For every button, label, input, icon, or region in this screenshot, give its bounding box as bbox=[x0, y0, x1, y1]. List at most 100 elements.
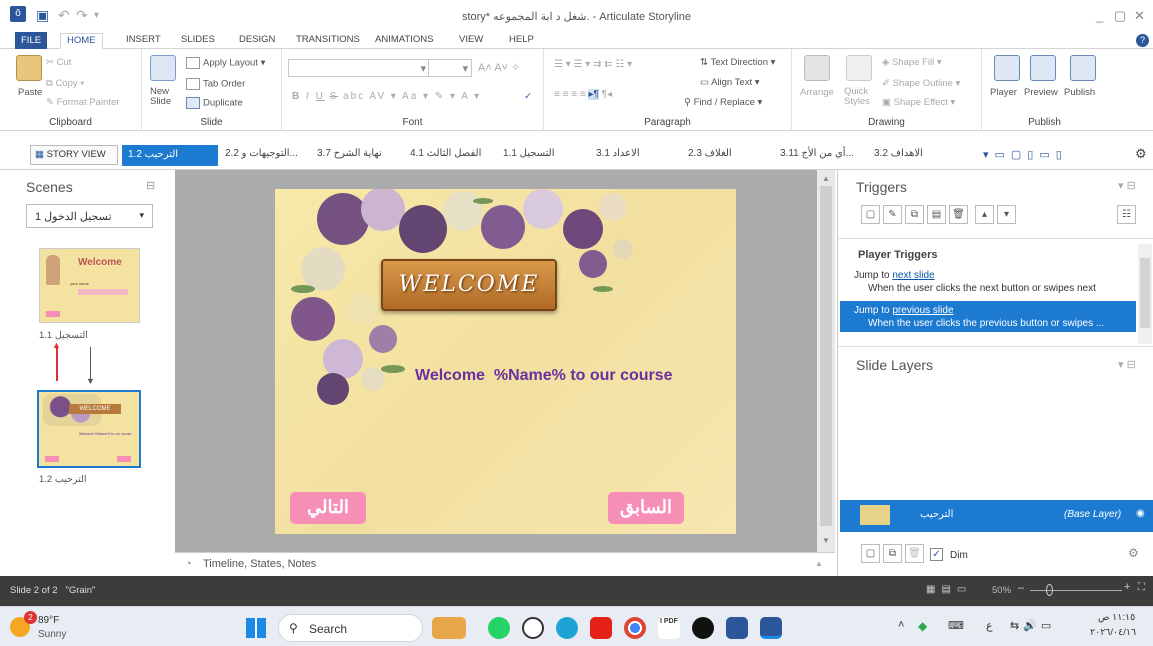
scene-select[interactable]: تسجيل الدخول 1 ▾ bbox=[26, 204, 153, 228]
tab-slide-3-7[interactable]: نهاية الشرح 3.7 bbox=[317, 148, 382, 159]
edit-trigger-icon[interactable]: ✎ bbox=[883, 205, 902, 224]
tab-slide-1-1[interactable]: التسجيل 1.1 bbox=[503, 148, 555, 159]
eye-icon[interactable]: ◉ bbox=[1136, 508, 1145, 519]
layers-menu-icon[interactable]: ▾ ⊟ bbox=[1118, 358, 1136, 371]
help-icon[interactable]: ? bbox=[1136, 34, 1149, 47]
zoom-in-icon[interactable]: + bbox=[1124, 581, 1130, 593]
scroll-up-icon[interactable]: ▲ bbox=[822, 174, 830, 183]
tab-slides[interactable]: SLIDES bbox=[175, 33, 221, 49]
shape-outline-button[interactable]: ✐ Shape Outline ▾ bbox=[882, 78, 960, 89]
tray-chevron-icon[interactable]: ˄ bbox=[898, 619, 904, 631]
start-icon[interactable] bbox=[246, 618, 266, 638]
tab-file[interactable]: FILE bbox=[15, 32, 48, 49]
tab-view[interactable]: VIEW bbox=[453, 33, 489, 49]
slide-canvas[interactable]: WELCOME Welcome %Name% to our course الت… bbox=[175, 170, 817, 552]
slide-thumbnail-1-2[interactable]: WELCOME Welcome %Name% to our course bbox=[37, 390, 141, 468]
close-icon[interactable]: ✕ bbox=[1134, 8, 1145, 24]
player-button[interactable]: Player bbox=[990, 87, 1017, 98]
previous-slide-link[interactable]: previous slide bbox=[892, 305, 953, 316]
device-preview-icons[interactable]: ▾▭▢▯▭▯ bbox=[983, 148, 1068, 161]
slide-stage[interactable]: WELCOME Welcome %Name% to our course الت… bbox=[275, 189, 736, 534]
arrange-button[interactable]: Arrange bbox=[800, 87, 834, 98]
trigger-next[interactable]: Jump to next slide When the user clicks … bbox=[854, 269, 1138, 297]
list-buttons[interactable]: ☰ ▾ ☰ ▾ ⇉ ⇇ ☷ ▾ bbox=[554, 59, 632, 70]
next-button[interactable]: التالي bbox=[290, 492, 366, 524]
tab-order-button[interactable]: Tab Order bbox=[186, 78, 245, 90]
publish-icon[interactable] bbox=[1070, 55, 1096, 81]
move-up-icon[interactable]: ▴ bbox=[975, 205, 994, 224]
copy-button[interactable]: ⧉ Copy ▾ bbox=[46, 78, 84, 89]
preview-icon[interactable] bbox=[1030, 55, 1056, 81]
tab-slide-3-2[interactable]: الاهداف 3.2 bbox=[874, 148, 923, 159]
base-layer-row[interactable]: الترحيب (Base Layer) ◉ bbox=[840, 500, 1153, 532]
find-replace-button[interactable]: ⚲ Find / Replace ▾ bbox=[684, 97, 762, 108]
duplicate-button[interactable]: Duplicate bbox=[186, 97, 243, 109]
format-painter-button[interactable]: ✎ Format Painter bbox=[46, 97, 119, 108]
network-sound-battery-icons[interactable]: ⇆🔊▭ bbox=[1010, 619, 1055, 632]
next-slide-link[interactable]: next slide bbox=[892, 270, 934, 281]
language-indicator[interactable]: ع bbox=[986, 619, 993, 632]
close-tab-icon[interactable]: × bbox=[209, 142, 214, 152]
trigger-previous[interactable]: Jump to previous slide When the user cli… bbox=[840, 301, 1136, 332]
quick-styles-icon[interactable] bbox=[846, 55, 872, 81]
slide-thumbnail-1-1[interactable]: Welcome your name bbox=[39, 248, 140, 323]
timeline-bar[interactable]: ◔ Timeline, States, Notes ▲ bbox=[175, 552, 835, 576]
clock-date[interactable]: ٢٠٢٦/٠٤/١٦ bbox=[1090, 627, 1136, 638]
tab-insert[interactable]: INSERT bbox=[120, 33, 167, 49]
storyline-taskbar-icon[interactable] bbox=[760, 617, 782, 639]
edge-icon[interactable] bbox=[556, 617, 578, 639]
font-format-buttons[interactable]: B I U S abc AV ▾ Aa ▾ ✎ ▾ A ▾ bbox=[292, 91, 481, 102]
tab-slide-4-1[interactable]: الفصل الثالث 4.1 bbox=[410, 148, 481, 159]
apply-layout-button[interactable]: Apply Layout ▾ bbox=[186, 57, 265, 69]
tab-design[interactable]: DESIGN bbox=[233, 33, 281, 49]
paste-trigger-icon[interactable]: ▤ bbox=[927, 205, 946, 224]
tab-help[interactable]: HELP bbox=[503, 33, 540, 49]
dim-checkbox[interactable]: ✓ bbox=[930, 548, 943, 561]
cut-button[interactable]: ✂ Cut bbox=[46, 57, 71, 68]
tab-slide-1-2[interactable]: الترحيب 1.2 bbox=[122, 145, 218, 166]
word-icon[interactable] bbox=[726, 617, 748, 639]
align-text-button[interactable]: ▭ Align Text ▾ bbox=[700, 77, 760, 88]
timeline-expand-icon[interactable]: ▲ bbox=[815, 559, 823, 568]
panel-menu-icon[interactable]: ⊟ bbox=[146, 179, 155, 192]
font-size-select[interactable]: ▾ bbox=[428, 59, 472, 77]
paste-button[interactable]: Paste bbox=[18, 87, 42, 98]
preview-button[interactable]: Preview bbox=[1024, 87, 1058, 98]
zoom-out-icon[interactable]: – bbox=[1018, 582, 1024, 594]
new-slide-button[interactable]: New Slide bbox=[150, 87, 184, 107]
gear-icon[interactable]: ⚙ bbox=[1135, 146, 1147, 162]
new-layer-icon[interactable]: ▢ bbox=[861, 544, 880, 563]
tab-slide-3-11[interactable]: أي من الأج 3.11... bbox=[780, 148, 854, 159]
quick-styles-button[interactable]: Quick Styles bbox=[844, 87, 878, 107]
delete-layer-icon[interactable]: 🗑 bbox=[905, 544, 924, 563]
tab-transitions[interactable]: TRANSITIONS bbox=[290, 33, 366, 49]
align-buttons[interactable]: ≡ ≡ ≡ ≡ ▸¶ ¶◂ bbox=[554, 89, 612, 100]
arrange-icon[interactable] bbox=[804, 55, 830, 81]
new-trigger-icon[interactable]: ▢ bbox=[861, 205, 880, 224]
move-down-icon[interactable]: ▾ bbox=[997, 205, 1016, 224]
delete-trigger-icon[interactable]: 🗑 bbox=[949, 205, 968, 224]
weather-widget[interactable]: 2 89°F Sunny bbox=[10, 611, 90, 643]
triggers-menu-icon[interactable]: ▾ ⊟ bbox=[1118, 179, 1136, 192]
duplicate-layer-icon[interactable]: ⧉ bbox=[883, 544, 902, 563]
chatgpt-icon[interactable] bbox=[522, 617, 544, 639]
tray-app-icon[interactable]: ◆ bbox=[918, 619, 927, 633]
variables-icon[interactable]: ☷ bbox=[1117, 205, 1136, 224]
chrome-icon[interactable] bbox=[624, 617, 646, 639]
search-box[interactable]: ⚲ Search bbox=[278, 614, 423, 642]
tab-slide-3-1[interactable]: الاعداد 3.1 bbox=[596, 148, 640, 159]
welcome-text[interactable]: Welcome %Name% to our course bbox=[415, 367, 673, 385]
story-view-tab[interactable]: ▦ STORY VIEW bbox=[30, 145, 118, 165]
canvas-vertical-scrollbar[interactable]: ▲ ▼ bbox=[817, 170, 835, 552]
font-family-select[interactable]: ▾ bbox=[288, 59, 430, 77]
paste-icon[interactable] bbox=[16, 55, 42, 81]
minimize-icon[interactable]: _ bbox=[1096, 8, 1103, 23]
grow-font-icon[interactable]: A˄ A˅ ✧ bbox=[478, 61, 520, 74]
widgets-app-icon[interactable] bbox=[432, 617, 466, 639]
zoom-slider-thumb[interactable] bbox=[1046, 584, 1053, 596]
previous-button[interactable]: السابق bbox=[608, 492, 684, 524]
tab-animations[interactable]: ANIMATIONS bbox=[369, 33, 439, 49]
clock-time[interactable]: ١١:١٥ ص bbox=[1098, 612, 1135, 623]
fit-window-icon[interactable]: ⛶ bbox=[1138, 582, 1145, 593]
youtube-icon[interactable] bbox=[590, 617, 612, 639]
